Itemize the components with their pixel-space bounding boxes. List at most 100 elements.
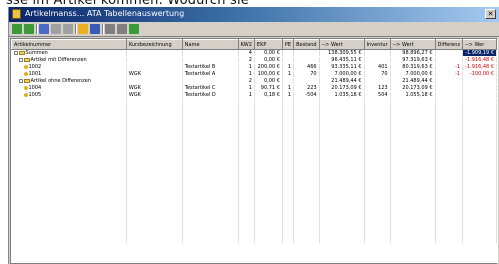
grid-cell xyxy=(364,56,391,64)
grid-cell: 100,00 € xyxy=(254,70,283,78)
grid-cell xyxy=(282,56,295,64)
column-header[interactable]: Differenz xyxy=(434,39,464,50)
expand-icon[interactable] xyxy=(18,57,23,62)
grid-cell: Testartikel A xyxy=(182,70,239,78)
expand-icon[interactable] xyxy=(13,50,18,55)
table-row[interactable]: 1002 Testartikel B 1 200,00 €1 466 93.335,11 … xyxy=(11,63,497,71)
grid-cell: 97.319,63 € xyxy=(390,56,436,64)
grid-cell: 20.173,09 € xyxy=(319,84,365,92)
group-row[interactable]: Summen 4 0,00 € 138.309,55 € 98.896,27 € -1.9… xyxy=(11,49,497,57)
save-icon[interactable] xyxy=(90,24,100,34)
grid-cell xyxy=(126,77,183,85)
grid-cell xyxy=(462,91,497,99)
grid-cell: 1 xyxy=(238,63,255,71)
table-row[interactable]: 1004 WGK Testartikel C 1 90,71 €1 223 20.173,0… xyxy=(11,84,497,92)
data-grid[interactable]: Artikelnummer Kurzbezeichnung Name KW2 EKP PE… xyxy=(10,38,498,264)
grid-cell: Testartikel D xyxy=(182,91,239,99)
grid-icon[interactable] xyxy=(39,24,49,34)
grid-cell xyxy=(282,77,295,85)
column-header[interactable]: KW2 xyxy=(237,39,255,50)
tree-cell: Summen xyxy=(11,49,127,57)
export-icon[interactable] xyxy=(129,24,139,34)
grid-header: Artikelnummer Kurzbezeichnung Name KW2 EKP PE… xyxy=(11,39,497,50)
empty-cell xyxy=(319,237,365,243)
grid-cell: 7.000,00 € xyxy=(390,70,436,78)
print-icon[interactable] xyxy=(105,24,115,34)
grid-cell xyxy=(435,56,464,64)
column-header[interactable]: --> Wer xyxy=(462,39,497,50)
article-icon xyxy=(23,92,28,97)
grid-cell xyxy=(364,49,391,57)
tree-cell: Artikel ohne Differenzen xyxy=(11,77,127,85)
column-header[interactable]: Artikelnummer xyxy=(11,39,127,50)
grid-cell xyxy=(182,56,239,64)
list-icon[interactable] xyxy=(51,24,61,34)
grid-cell: Testartikel C xyxy=(182,84,239,92)
grid-cell: -1.916,48 € xyxy=(462,56,497,64)
grid-cell: 200,00 € xyxy=(254,63,283,71)
grid-cell: 70 xyxy=(293,70,320,78)
column-header[interactable]: --> Wert xyxy=(318,39,365,50)
tree-label: 1004 xyxy=(28,85,42,91)
grid-cell: -1.916,48 € xyxy=(462,63,497,71)
inventory-window: Artikelmanss... ATA Tabellenauswertung ✕… xyxy=(8,7,499,264)
grid-cell: 0,00 € xyxy=(254,49,283,57)
column-header[interactable]: Kurzbezeichnung xyxy=(125,39,183,50)
empty-cell xyxy=(293,237,320,243)
grid-cell: 90,71 € xyxy=(254,84,283,92)
grid-cell xyxy=(182,49,239,57)
empty-cell xyxy=(364,237,391,243)
grid-cell xyxy=(126,56,183,64)
grid-cell: 138.309,55 € xyxy=(319,49,365,57)
back-icon[interactable] xyxy=(12,24,22,34)
table-icon[interactable] xyxy=(63,24,73,34)
column-header[interactable]: Name xyxy=(181,39,239,50)
toolbar-separator xyxy=(75,24,77,34)
tree-label: 1005 xyxy=(28,92,42,98)
tree-label: Summen xyxy=(25,50,48,56)
tree-label: Artikel mit Differenzen xyxy=(30,57,87,63)
grid-cell xyxy=(182,77,239,85)
grid-cell xyxy=(293,49,320,57)
grid-cell: 401 xyxy=(364,63,391,71)
grid-cell: 504 xyxy=(364,91,391,99)
grid-cell xyxy=(435,77,464,85)
group-row[interactable]: Artikel ohne Differenzen 2 0,00 € 21.489,44… xyxy=(11,77,497,85)
folder-icon xyxy=(23,57,30,62)
grid-cell: 223 xyxy=(293,84,320,92)
grid-cell: 123 xyxy=(364,84,391,92)
tree-cell: 1004 xyxy=(11,84,127,92)
grid-cell: Testartikel B xyxy=(182,63,239,71)
grid-cell xyxy=(462,84,497,92)
group-row[interactable]: Artikel mit Differenzen 2 0,00 € 96.435,11 … xyxy=(11,56,497,64)
tree-cell: Artikel mit Differenzen xyxy=(11,56,127,64)
article-icon xyxy=(23,85,28,90)
empty-cell xyxy=(126,237,183,243)
table-row[interactable]: 1001 WGK Testartikel A 1 100,00 €1 70 7.000,00… xyxy=(11,70,497,78)
article-icon xyxy=(23,64,28,69)
grid-cell: 98.896,27 € xyxy=(390,49,436,57)
grid-cell xyxy=(293,56,320,64)
close-button[interactable]: ✕ xyxy=(485,9,496,19)
folder-icon[interactable] xyxy=(78,24,88,34)
empty-cell xyxy=(238,237,255,243)
grid-cell: -100,00 € xyxy=(462,70,497,78)
column-header[interactable]: Bestand xyxy=(293,39,320,50)
grid-cell xyxy=(435,49,464,57)
tree-cell: 1005 xyxy=(11,91,127,99)
forward-icon[interactable] xyxy=(24,24,34,34)
column-header[interactable]: PE xyxy=(281,39,295,50)
grid-cell: 466 xyxy=(293,63,320,71)
grid-cell xyxy=(435,91,464,99)
column-header[interactable]: Inventur xyxy=(363,39,391,50)
grid-cell: 1 xyxy=(238,91,255,99)
column-header[interactable]: --> Wert xyxy=(389,39,436,50)
title-bar[interactable]: Artikelmanss... ATA Tabellenauswertung ✕ xyxy=(9,7,499,22)
grid-cell xyxy=(364,77,391,85)
empty-cell xyxy=(435,237,464,243)
expand-icon[interactable] xyxy=(18,78,23,83)
grid-cell: 80.319,63 € xyxy=(390,63,436,71)
table-row[interactable]: 1005 WGK Testartikel D 1 0,18 €1 -504 1.035,18… xyxy=(11,91,497,99)
preview-icon[interactable] xyxy=(117,24,127,34)
column-header[interactable]: EKP xyxy=(253,39,283,50)
